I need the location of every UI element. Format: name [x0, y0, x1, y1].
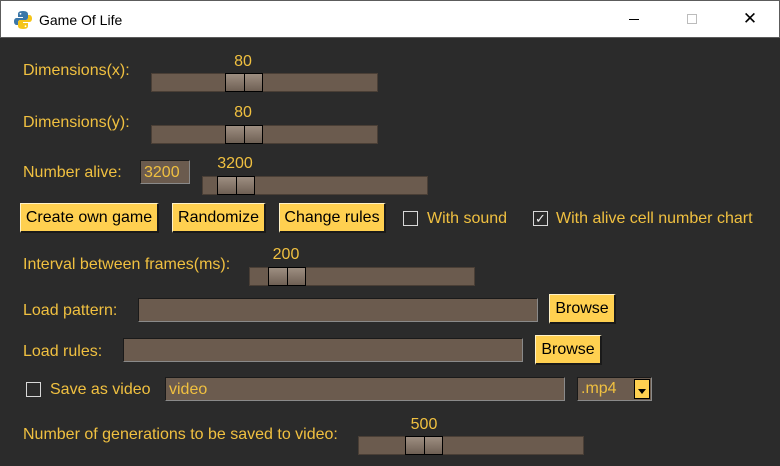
dim-x-value: 80: [234, 53, 252, 70]
interval-slider[interactable]: [249, 267, 475, 286]
load-rules-browse-button[interactable]: Browse: [535, 335, 602, 365]
generations-value: 500: [410, 416, 438, 433]
dim-y-slider[interactable]: [151, 125, 378, 144]
interval-label: Interval between frames(ms):: [23, 256, 231, 273]
dim-x-slider[interactable]: [151, 73, 378, 92]
chart-label[interactable]: With alive cell number chart: [556, 210, 753, 228]
create-own-game-button[interactable]: Create own game: [20, 203, 159, 233]
alive-slider-value: 3200: [217, 155, 253, 172]
dim-y-label: Dimensions(y):: [23, 114, 130, 131]
load-pattern-input[interactable]: [138, 298, 538, 322]
python-icon: [14, 11, 32, 29]
close-icon: ✕: [742, 9, 758, 28]
maximize-icon: [687, 14, 697, 24]
alive-label: Number alive:: [23, 164, 122, 181]
minimize-button[interactable]: [611, 1, 657, 37]
alive-slider-thumb[interactable]: [217, 176, 255, 195]
generations-slider-thumb[interactable]: [405, 436, 443, 455]
close-button[interactable]: ✕: [727, 1, 773, 37]
sound-checkbox[interactable]: [403, 211, 418, 226]
load-rules-input[interactable]: [123, 338, 523, 362]
load-pattern-browse-button[interactable]: Browse: [549, 294, 616, 324]
window-title: Game Of Life: [39, 12, 123, 28]
video-format-value: .mp4: [581, 380, 617, 397]
maximize-button[interactable]: [669, 1, 715, 37]
minimize-icon: [629, 18, 639, 20]
chart-checkbox[interactable]: ✓: [533, 211, 548, 226]
alive-entry[interactable]: 3200: [140, 160, 190, 184]
video-filename-input[interactable]: video: [165, 377, 565, 401]
interval-value: 200: [272, 246, 300, 263]
main-panel: Dimensions(x): 80 Dimensions(y): 80 Numb…: [0, 38, 780, 466]
save-video-checkbox[interactable]: [26, 382, 41, 397]
title-bar[interactable]: Game Of Life ✕: [0, 0, 780, 38]
video-format-dropdown[interactable]: .mp4: [577, 377, 652, 401]
load-rules-label: Load rules:: [23, 343, 103, 360]
interval-slider-thumb[interactable]: [268, 267, 306, 286]
dim-x-slider-thumb[interactable]: [225, 73, 263, 92]
generations-label: Number of generations to be saved to vid…: [23, 426, 338, 443]
dim-y-slider-thumb[interactable]: [225, 125, 263, 144]
alive-slider[interactable]: [202, 176, 428, 195]
load-pattern-label: Load pattern:: [23, 302, 118, 319]
randomize-button[interactable]: Randomize: [172, 203, 266, 233]
dim-x-label: Dimensions(x):: [23, 62, 130, 79]
chevron-down-icon[interactable]: [634, 379, 650, 399]
change-rules-button[interactable]: Change rules: [279, 203, 386, 233]
sound-label[interactable]: With sound: [427, 210, 507, 228]
generations-slider[interactable]: [358, 436, 584, 455]
dim-y-value: 80: [234, 104, 252, 121]
save-video-label[interactable]: Save as video: [50, 381, 151, 399]
